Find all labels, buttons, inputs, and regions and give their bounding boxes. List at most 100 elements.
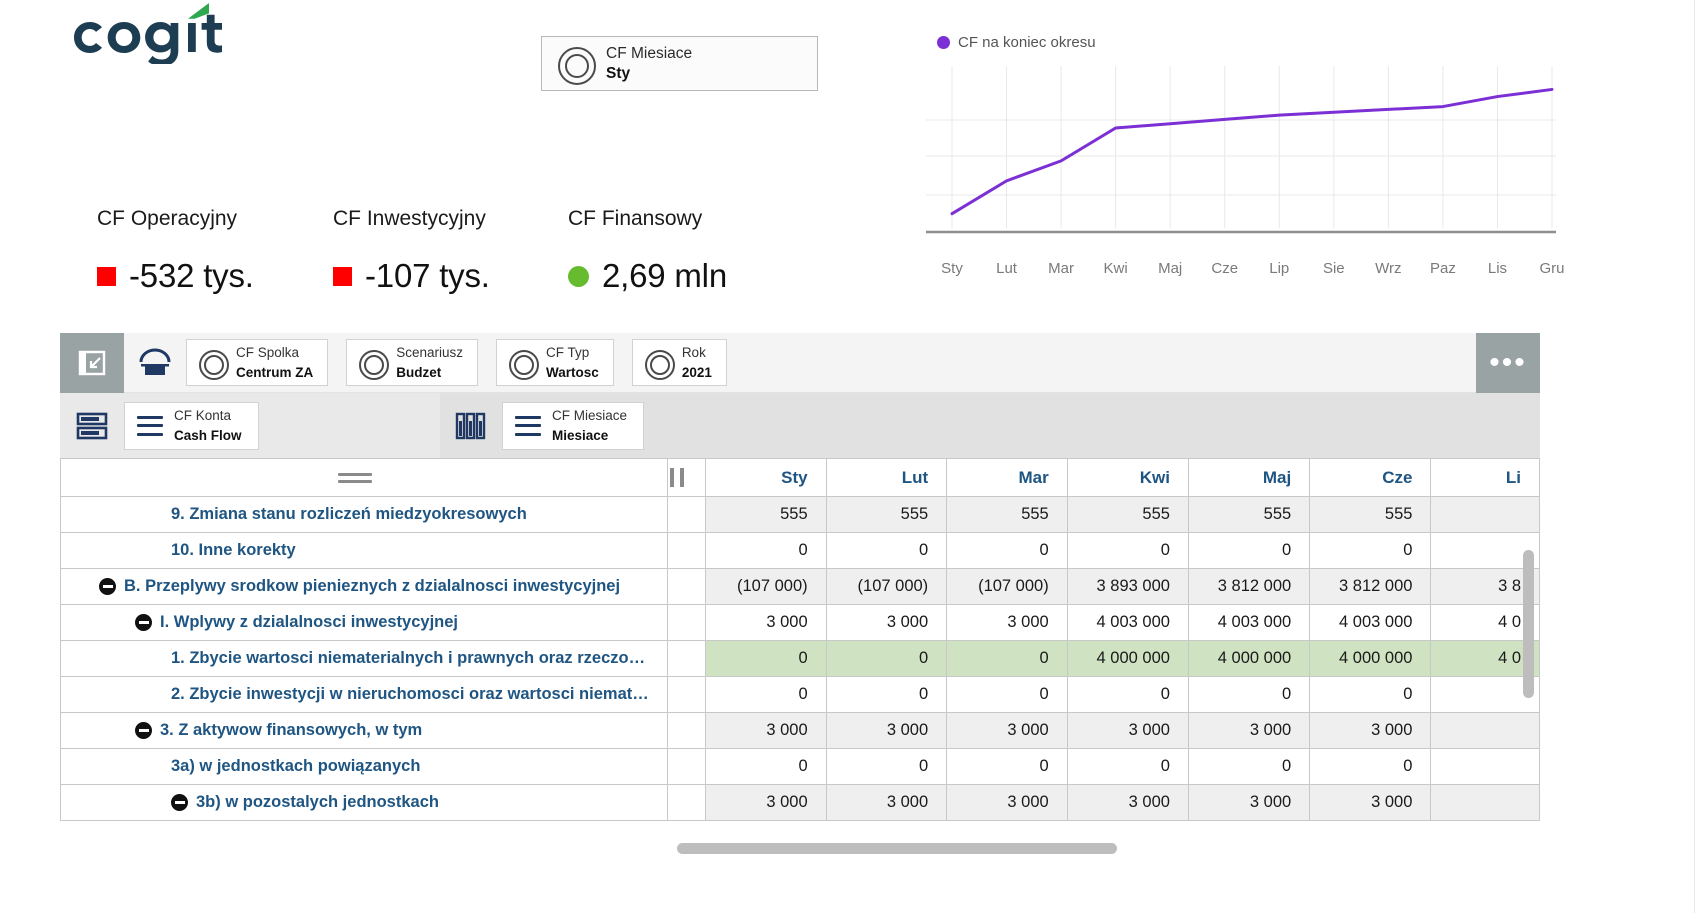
- table-cell[interactable]: (107 000): [706, 569, 827, 605]
- table-cell[interactable]: 3 000: [1310, 785, 1431, 821]
- table-cell[interactable]: 3 812 000: [1310, 569, 1431, 605]
- table-row[interactable]: I. Wplywy z dzialalnosci inwestycyjnej 3 …: [61, 605, 1540, 641]
- column-header[interactable]: Sty: [706, 459, 827, 497]
- table-cell[interactable]: 0: [826, 677, 947, 713]
- table-cell[interactable]: 555: [1188, 497, 1309, 533]
- table-cell[interactable]: 3 000: [1310, 713, 1431, 749]
- pivot-table[interactable]: StyLutMarKwiMajCzeLi9. Zmiana stanu rozl…: [60, 458, 1540, 858]
- table-cell[interactable]: 555: [1067, 497, 1188, 533]
- table-cell[interactable]: [1431, 749, 1540, 785]
- filter-rok[interactable]: Rok 2021: [632, 339, 727, 386]
- table-cell[interactable]: 0: [947, 677, 1068, 713]
- table-corner-cell[interactable]: [61, 459, 668, 497]
- rows-layout-button[interactable]: [60, 393, 124, 458]
- row-label-cell[interactable]: 3b) w pozostalych jednostkach: [61, 785, 668, 821]
- slicer-cf-miesiace[interactable]: CF Miesiace Sty: [541, 36, 818, 91]
- collapse-row-icon[interactable]: [135, 614, 152, 631]
- table-row[interactable]: 10. Inne korekty000000: [61, 533, 1540, 569]
- table-cell[interactable]: 4 003 000: [1067, 605, 1188, 641]
- table-cell[interactable]: 0: [826, 641, 947, 677]
- table-cell[interactable]: 3 000: [706, 605, 827, 641]
- columns-layout-button[interactable]: [440, 393, 502, 458]
- table-cell[interactable]: 0: [1188, 749, 1309, 785]
- dimension-cf-konta[interactable]: CF Konta Cash Flow: [124, 402, 259, 450]
- table-cell[interactable]: 555: [826, 497, 947, 533]
- row-label-cell[interactable]: 2. Zbycie inwestycji w nieruchomosci ora…: [61, 677, 668, 713]
- table-row[interactable]: 2. Zbycie inwestycji w nieruchomosci ora…: [61, 677, 1540, 713]
- more-options-button[interactable]: •••: [1476, 333, 1540, 393]
- table-cell[interactable]: 3 000: [947, 713, 1068, 749]
- column-header[interactable]: Mar: [947, 459, 1068, 497]
- table-cell[interactable]: 3 000: [706, 713, 827, 749]
- table-cell[interactable]: 3 000: [826, 605, 947, 641]
- collapse-row-icon[interactable]: [135, 722, 152, 739]
- table-row[interactable]: 3b) w pozostalych jednostkach3 0003 0003…: [61, 785, 1540, 821]
- row-label-cell[interactable]: 1. Zbycie wartosci niematerialnych i pra…: [61, 641, 668, 677]
- table-row[interactable]: 9. Zmiana stanu rozliczeń miedzyokresowy…: [61, 497, 1540, 533]
- table-cell[interactable]: 3 000: [826, 785, 947, 821]
- table-cell[interactable]: 3 000: [1067, 785, 1188, 821]
- filter-cf-spolka[interactable]: CF Spolka Centrum ZA: [186, 339, 328, 386]
- column-header[interactable]: Cze: [1310, 459, 1431, 497]
- table-cell[interactable]: 0: [1188, 677, 1309, 713]
- table-cell[interactable]: 0: [1188, 533, 1309, 569]
- table-cell[interactable]: 0: [1067, 533, 1188, 569]
- table-cell[interactable]: 0: [1310, 677, 1431, 713]
- row-label-cell[interactable]: 10. Inne korekty: [61, 533, 668, 569]
- table-cell[interactable]: 0: [826, 533, 947, 569]
- row-label-cell[interactable]: B. Przeplywy srodkow pienieznych z dzial…: [61, 569, 668, 605]
- table-cell[interactable]: [1431, 785, 1540, 821]
- table-cell[interactable]: 0: [706, 749, 827, 785]
- vertical-scrollbar[interactable]: [1523, 550, 1534, 698]
- table-cell[interactable]: 3 000: [947, 785, 1068, 821]
- table-cell[interactable]: 555: [1310, 497, 1431, 533]
- column-header[interactable]: Li: [1431, 459, 1540, 497]
- table-cell[interactable]: 0: [947, 749, 1068, 785]
- row-label-cell[interactable]: 9. Zmiana stanu rozliczeń miedzyokresowy…: [61, 497, 668, 533]
- row-label-cell[interactable]: I. Wplywy z dzialalnosci inwestycyjnej: [61, 605, 668, 641]
- table-row[interactable]: B. Przeplywy srodkow pienieznych z dzial…: [61, 569, 1540, 605]
- table-row[interactable]: 3a) w jednostkach powiązanych000000: [61, 749, 1540, 785]
- table-cell[interactable]: 3 000: [1188, 713, 1309, 749]
- pin-columns-cell[interactable]: [667, 459, 705, 497]
- table-cell[interactable]: 3 000: [706, 785, 827, 821]
- table-cell[interactable]: 0: [1310, 749, 1431, 785]
- table-cell[interactable]: 0: [1067, 749, 1188, 785]
- table-cell[interactable]: [1431, 497, 1540, 533]
- collapse-row-icon[interactable]: [171, 794, 188, 811]
- table-cell[interactable]: 0: [947, 533, 1068, 569]
- collapse-panel-button[interactable]: [60, 333, 124, 393]
- table-cell[interactable]: 3 893 000: [1067, 569, 1188, 605]
- table-cell[interactable]: 0: [706, 533, 827, 569]
- table-cell[interactable]: 3 812 000: [1188, 569, 1309, 605]
- table-cell[interactable]: 3 000: [1067, 713, 1188, 749]
- filter-cf-typ[interactable]: CF Typ Wartosc: [496, 339, 614, 386]
- table-cell[interactable]: (107 000): [947, 569, 1068, 605]
- table-row[interactable]: 1. Zbycie wartosci niematerialnych i pra…: [61, 641, 1540, 677]
- table-cell[interactable]: 3 000: [947, 605, 1068, 641]
- table-cell[interactable]: 4 003 000: [1188, 605, 1309, 641]
- table-cell[interactable]: (107 000): [826, 569, 947, 605]
- table-cell[interactable]: 4 003 000: [1310, 605, 1431, 641]
- table-cell[interactable]: 0: [1310, 533, 1431, 569]
- table-cell[interactable]: 4 000 000: [1067, 641, 1188, 677]
- table-cell[interactable]: 3 000: [1188, 785, 1309, 821]
- filter-scenariusz[interactable]: Scenariusz Budzet: [346, 339, 478, 386]
- table-cell[interactable]: 0: [826, 749, 947, 785]
- bookmark-button[interactable]: [124, 333, 186, 393]
- table-cell[interactable]: 3 000: [826, 713, 947, 749]
- table-cell[interactable]: 0: [947, 641, 1068, 677]
- table-row[interactable]: 3. Z aktywow finansowych, w tym3 0003 00…: [61, 713, 1540, 749]
- row-label-cell[interactable]: 3. Z aktywow finansowych, w tym: [61, 713, 668, 749]
- dimension-cf-miesiace[interactable]: CF Miesiace Miesiace: [502, 402, 644, 450]
- table-cell[interactable]: 555: [706, 497, 827, 533]
- table-cell[interactable]: 0: [1067, 677, 1188, 713]
- row-label-cell[interactable]: 3a) w jednostkach powiązanych: [61, 749, 668, 785]
- column-header[interactable]: Maj: [1188, 459, 1309, 497]
- horizontal-scrollbar[interactable]: [677, 843, 1117, 854]
- column-header[interactable]: Lut: [826, 459, 947, 497]
- table-cell[interactable]: 4 000 000: [1310, 641, 1431, 677]
- table-cell[interactable]: 0: [706, 677, 827, 713]
- table-cell[interactable]: 555: [947, 497, 1068, 533]
- table-cell[interactable]: [1431, 713, 1540, 749]
